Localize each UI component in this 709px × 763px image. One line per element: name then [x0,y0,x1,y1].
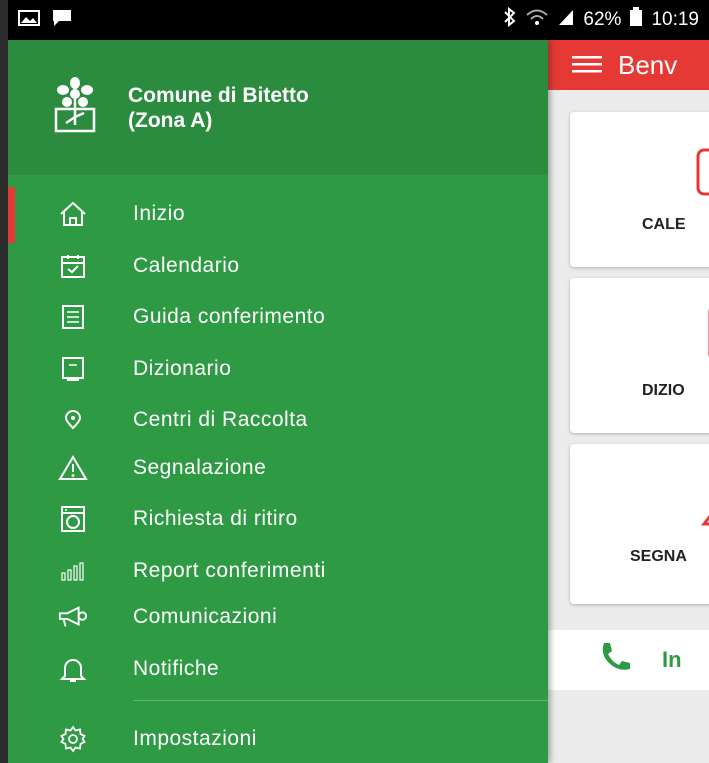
menu-item-inizio[interactable]: Inizio [8,191,548,237]
clock: 10:19 [651,9,699,30]
card-label: DIZIO [642,382,685,399]
phone-screen: 62% 10:19 Benv CALE DIZIO SEGNA In Comun… [0,0,709,763]
menu-item-label: Richiesta di ritiro [133,507,298,530]
card-calendar[interactable]: CALE [570,112,709,267]
background-app: Benv CALE DIZIO SEGNA In [548,40,709,763]
drawer-title: Comune di Bitetto (Zona A) [128,83,309,133]
hamburger-menu-icon[interactable] [572,50,602,81]
flower-logo-icon [52,77,98,138]
bar-chart-icon [58,556,88,586]
drawer-title-line1: Comune di Bitetto [128,83,309,107]
message-icon [52,9,72,32]
call-label: In [662,647,682,672]
home-icon [58,199,88,229]
menu-divider [133,700,548,701]
menu-item-notifiche[interactable]: Notifiche [8,646,548,692]
menu-item-label: Report conferimenti [133,559,326,582]
dictionary-icon [700,303,709,368]
card-label: SEGNA [630,548,687,565]
calendar-icon [690,142,709,207]
app-header: Benv [548,40,709,90]
menu-item-label: Segnalazione [133,456,267,479]
bluetooth-icon [503,6,517,33]
menu-item-label: Comunicazioni [133,605,278,628]
menu-item-centri-di-raccolta[interactable]: Centri di Raccolta [8,397,548,443]
warning-icon [700,474,709,534]
menu-item-comunicazioni[interactable]: Comunicazioni [8,594,548,640]
calendar-icon [58,251,88,281]
menu-item-label: Centri di Raccolta [133,408,308,431]
menu-item-impostazioni[interactable]: Impostazioni [8,716,548,762]
location-pin-icon [58,405,88,435]
drawer-title-line2: (Zona A) [128,108,213,132]
navigation-drawer: Comune di Bitetto (Zona A) Inizio Calend… [8,40,548,763]
dictionary-icon [58,354,88,384]
menu-item-report-conferimenti[interactable]: Report conferimenti [8,548,548,594]
list-icon [58,302,88,332]
menu-item-segnalazione[interactable]: Segnalazione [8,445,548,491]
menu-item-dizionario[interactable]: Dizionario [8,346,548,392]
app-header-title: Benv [618,49,678,80]
menu-item-guida-conferimento[interactable]: Guida conferimento [8,294,548,340]
battery-icon [629,7,643,33]
menu-item-label: Calendario [133,254,240,277]
card-label: CALE [642,216,686,233]
phone-icon [598,640,632,680]
status-bar: 62% 10:19 [8,0,709,40]
menu-item-label: Impostazioni [133,727,257,750]
signal-icon [557,8,575,32]
battery-percent: 62% [583,9,622,30]
menu-item-label: Inizio [133,202,186,225]
menu-item-richiesta-di-ritiro[interactable]: Richiesta di ritiro [8,496,548,542]
warning-icon [58,453,88,483]
washing-machine-icon [58,504,88,534]
menu-item-label: Notifiche [133,657,220,680]
image-icon [18,9,40,31]
card-dictionary[interactable]: DIZIO [570,278,709,433]
megaphone-icon [58,602,88,632]
drawer-header: Comune di Bitetto (Zona A) [8,40,548,175]
call-bar[interactable]: In [548,630,709,690]
menu-item-calendario[interactable]: Calendario [8,243,548,289]
wifi-icon [525,8,549,32]
menu-item-label: Guida conferimento [133,305,326,328]
bell-icon [58,654,88,684]
card-report[interactable]: SEGNA [570,444,709,604]
gear-icon [58,724,88,754]
menu-item-label: Dizionario [133,357,232,380]
